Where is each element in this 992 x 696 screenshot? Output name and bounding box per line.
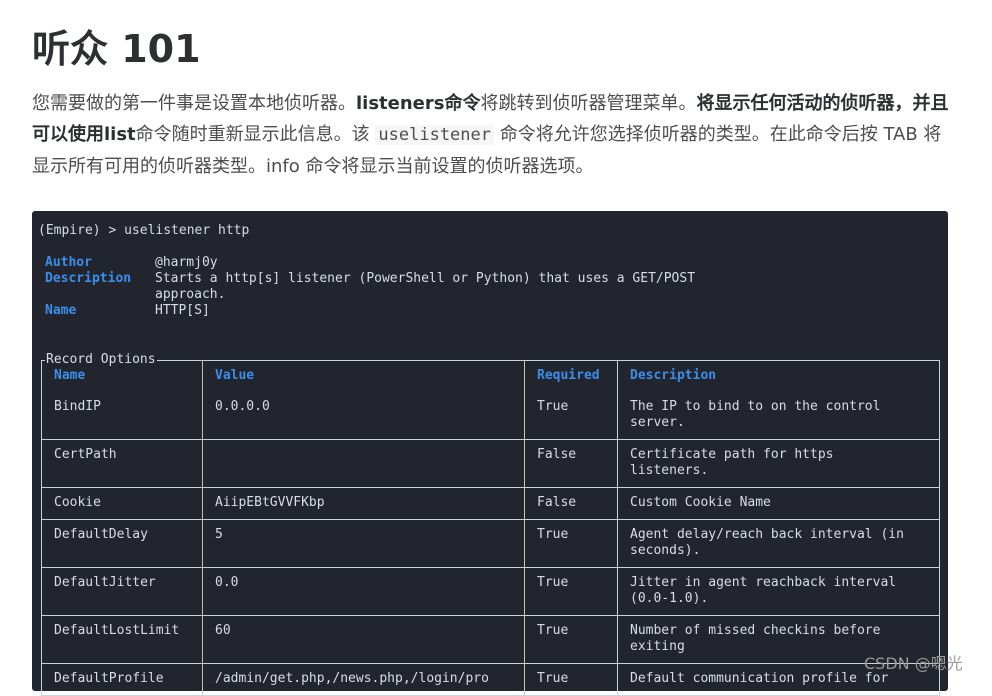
cell-name: DefaultLostLimit xyxy=(42,616,203,663)
cell-value: 0.0.0.0 xyxy=(203,392,525,439)
cell-name: DefaultDelay xyxy=(42,520,203,567)
table-header-row: Name Value Required Description xyxy=(42,361,939,392)
terminal-code-block: (Empire) > uselistener http Author @harm… xyxy=(32,211,948,696)
table-row: Cookie AiipEBtGVVFKbp False Custom Cookie N… xyxy=(42,487,939,519)
bold-text: listeners命令 xyxy=(356,93,481,114)
cell-description: Agent delay/reach back interval (in seco… xyxy=(630,527,904,558)
cell-description: Custom Cookie Name xyxy=(630,495,771,510)
cell-required: True xyxy=(525,568,618,615)
cell-name: DefaultJitter xyxy=(42,568,203,615)
cell-required: True xyxy=(525,392,618,439)
header-required: Required xyxy=(525,361,618,392)
table-row: DefaultDelay 5 True Agent delay/reach back … xyxy=(42,519,939,567)
record-options-table: Record Options Name Value Required Descr… xyxy=(41,352,940,696)
cell-value: 5 xyxy=(203,520,525,567)
cell-value: 60 xyxy=(203,616,525,663)
cell-required: True xyxy=(525,520,618,567)
cell-description: The IP to bind to on the control server. xyxy=(630,399,881,430)
info-key: Name xyxy=(45,303,77,318)
info-value: @harmj0y xyxy=(155,255,218,270)
info-value: Starts a http[s] listener (PowerShell or… xyxy=(155,271,696,302)
cell-description: Jitter in agent reachback interval (0.0-… xyxy=(630,575,897,606)
header-value: Value xyxy=(203,361,525,392)
inline-code: uselistener xyxy=(375,125,494,145)
cell-required: True xyxy=(525,616,618,663)
watermark: CSDN @嗯光 xyxy=(864,654,963,673)
cell-name: CertPath xyxy=(42,440,203,487)
table-row: BindIP 0.0.0.0 True The IP to bind to on th… xyxy=(42,392,939,439)
info-value: HTTP[S] xyxy=(155,303,210,318)
cell-name: Cookie xyxy=(42,488,203,519)
cell-value xyxy=(203,440,525,487)
intro-paragraph: 您需要做的第一件事是设置本地侦听器。listeners命令将跳转到侦听器管理菜单… xyxy=(32,88,952,182)
cell-description: Certificate path for https listeners. xyxy=(630,447,834,478)
table-caption: Record Options xyxy=(45,352,157,368)
page-heading: 听众 101 xyxy=(32,27,201,71)
text: 将跳转到侦听器管理菜单。 xyxy=(480,93,697,114)
cell-value: AiipEBtGVVFKbp xyxy=(203,488,525,519)
info-key: Description xyxy=(45,271,132,286)
cell-required: False xyxy=(525,488,618,519)
table-row: DefaultJitter 0.0 True Jitter in agent reac… xyxy=(42,567,939,615)
info-key: Author xyxy=(45,255,92,270)
text: 命令随时重新显示此信息。该 xyxy=(135,124,376,145)
cell-required: False xyxy=(525,440,618,487)
terminal-prompt: (Empire) > uselistener http xyxy=(38,223,250,238)
header-description: Description xyxy=(630,368,717,383)
cell-value: 0.0 xyxy=(203,568,525,615)
table-row: DefaultProfile/admin/get.php,/news.php,/… xyxy=(42,663,939,695)
table-row: CertPath False Certificate path for https … xyxy=(42,439,939,487)
table-row: DefaultLostLimit 60 True Number of missed c… xyxy=(42,615,939,663)
cell-name: BindIP xyxy=(42,392,203,439)
text: 您需要做的第一件事是设置本地侦听器。 xyxy=(32,93,356,114)
